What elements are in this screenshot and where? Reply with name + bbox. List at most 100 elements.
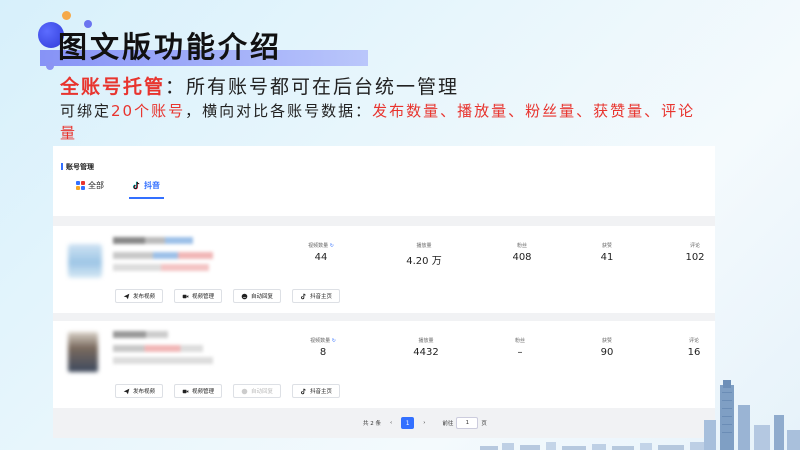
active-tab-indicator bbox=[129, 197, 164, 199]
auto-reply-button[interactable]: 自动回复 bbox=[233, 384, 282, 398]
stat-value-likes: 90 bbox=[600, 347, 614, 358]
account-name-blurred bbox=[113, 331, 168, 338]
account-actions: 发布视频 视频管理 自动回复 抖音主页 bbox=[115, 384, 341, 398]
tab-douyin-label: 抖音 bbox=[144, 181, 160, 190]
panel-title-text: 账号管理 bbox=[66, 163, 94, 171]
next-page-icon[interactable]: › bbox=[423, 420, 425, 426]
desc-count: 20个账号 bbox=[111, 102, 186, 120]
paper-plane-icon bbox=[123, 388, 130, 394]
stat-value-comments: 102 bbox=[685, 252, 705, 263]
auto-reply-label: 自动回复 bbox=[251, 294, 274, 300]
refresh-icon[interactable]: ↻ bbox=[330, 243, 334, 249]
panel-header: 账号管理 全部 抖音 bbox=[53, 146, 715, 216]
paper-plane-icon bbox=[123, 293, 130, 299]
chat-bubble-icon bbox=[241, 388, 248, 394]
prev-page-icon[interactable]: ‹ bbox=[390, 420, 392, 426]
account-actions: 发布视频 视频管理 自动回复 抖音主页 bbox=[115, 289, 341, 303]
douyin-homepage-label: 抖音主页 bbox=[310, 294, 333, 300]
stat-likes: 获赞 41 bbox=[567, 242, 647, 263]
title-accent-bar bbox=[61, 163, 63, 170]
account-card: 视频数量 ↻ 8 播放量 4432 粉丝 – 获赞 90 评论 16 发布视频 bbox=[53, 321, 715, 408]
decor-dot bbox=[46, 62, 54, 70]
tab-douyin[interactable]: 抖音 bbox=[132, 180, 160, 191]
stat-value-videos: 44 bbox=[314, 252, 328, 263]
douyin-homepage-button[interactable]: 抖音主页 bbox=[292, 289, 341, 303]
stat-label-plays: 播放量 bbox=[418, 338, 434, 344]
account-meta-blurred bbox=[113, 264, 209, 271]
publish-video-button[interactable]: 发布视频 bbox=[115, 384, 164, 398]
stat-label-videos: 视频数量 ↻ bbox=[308, 243, 334, 249]
douyin-homepage-button[interactable]: 抖音主页 bbox=[292, 384, 341, 398]
tab-all[interactable]: 全部 bbox=[76, 180, 104, 191]
account-management-panel: 账号管理 全部 抖音 视频数量 ↻ 44 播放量 4.20 万 粉丝 408 获… bbox=[53, 146, 715, 438]
video-management-label: 视频管理 bbox=[192, 389, 215, 395]
account-card: 视频数量 ↻ 44 播放量 4.20 万 粉丝 408 获赞 41 评论 102… bbox=[53, 226, 715, 313]
stat-label-comments: 评论 bbox=[688, 338, 699, 344]
auto-reply-button[interactable]: 自动回复 bbox=[233, 289, 282, 303]
avatar bbox=[68, 332, 98, 372]
tab-all-label: 全部 bbox=[88, 181, 104, 190]
slide-title: 图文版功能介绍 bbox=[58, 30, 283, 64]
stat-fans: 粉丝 408 bbox=[482, 242, 562, 263]
headline: 全账号托管：所有账号都可在后台统一管理 bbox=[60, 72, 459, 99]
headline-rest: 所有账号都可在后台统一管理 bbox=[186, 76, 460, 98]
headline-colon: ： bbox=[165, 76, 187, 98]
publish-video-button[interactable]: 发布视频 bbox=[115, 289, 164, 303]
stat-plays: 播放量 4.20 万 bbox=[384, 242, 464, 267]
douyin-icon bbox=[132, 181, 140, 190]
refresh-icon[interactable]: ↻ bbox=[332, 338, 336, 344]
skyline-decoration bbox=[704, 380, 800, 450]
video-management-label: 视频管理 bbox=[192, 294, 215, 300]
pagination: 共 2 条 ‹ 1 › 前往 1 页 bbox=[363, 417, 487, 429]
publish-video-label: 发布视频 bbox=[133, 294, 156, 300]
auto-reply-label: 自动回复 bbox=[251, 389, 274, 395]
account-meta-blurred bbox=[113, 357, 213, 364]
stat-label-fans: 粉丝 bbox=[516, 243, 527, 249]
avatar bbox=[68, 244, 102, 278]
video-camera-icon bbox=[182, 389, 189, 393]
stat-value-fans: 408 bbox=[512, 252, 532, 263]
panel-title: 账号管理 bbox=[61, 162, 94, 172]
page-button-current[interactable]: 1 bbox=[401, 417, 415, 429]
stat-label-fans: 粉丝 bbox=[514, 338, 525, 344]
decor-dot-orange bbox=[62, 11, 71, 20]
stat-value-comments: 16 bbox=[687, 347, 701, 358]
publish-video-label: 发布视频 bbox=[133, 389, 156, 395]
douyin-icon bbox=[301, 293, 306, 299]
video-camera-icon bbox=[182, 294, 189, 298]
douyin-homepage-label: 抖音主页 bbox=[310, 389, 333, 395]
video-management-button[interactable]: 视频管理 bbox=[174, 289, 223, 303]
description: 可绑定20个账号，横向对比各账号数据：发布数量、播放量、粉丝量、获赞量、评论量 bbox=[60, 100, 700, 144]
stat-likes: 获赞 90 bbox=[567, 337, 647, 358]
stat-label-comments: 评论 bbox=[689, 243, 700, 249]
desc-middle: ，横向对比各账号数据： bbox=[185, 102, 373, 120]
stat-videos: 视频数量 ↻ 44 bbox=[281, 242, 361, 263]
pagination-total: 共 2 条 bbox=[363, 421, 381, 427]
stat-comments: 评论 16 bbox=[654, 337, 734, 358]
stat-value-plays: 4.20 万 bbox=[406, 256, 442, 267]
stat-fans: 粉丝 – bbox=[480, 337, 560, 358]
stat-comments: 评论 102 bbox=[655, 242, 735, 263]
desc-prefix: 可绑定 bbox=[60, 102, 112, 120]
stat-plays: 播放量 4432 bbox=[386, 337, 466, 358]
stat-value-videos: 8 bbox=[319, 347, 327, 358]
account-id-blurred bbox=[113, 252, 213, 259]
goto-page: 前往 1 页 bbox=[442, 417, 487, 429]
grid-icon bbox=[76, 181, 85, 190]
goto-page-input[interactable]: 1 bbox=[456, 417, 479, 429]
stat-label-videos: 视频数量 ↻ bbox=[310, 338, 336, 344]
city-strip-decoration bbox=[480, 442, 704, 450]
stat-value-plays: 4432 bbox=[413, 347, 439, 358]
stat-value-fans: – bbox=[517, 347, 523, 358]
goto-suffix: 页 bbox=[481, 421, 487, 427]
douyin-icon bbox=[301, 388, 306, 394]
stat-videos: 视频数量 ↻ 8 bbox=[283, 337, 363, 358]
stat-value-likes: 41 bbox=[600, 252, 614, 263]
stat-label-likes: 获赞 bbox=[601, 243, 612, 249]
account-id-blurred bbox=[113, 345, 203, 352]
stat-label-plays: 播放量 bbox=[416, 243, 432, 249]
goto-label: 前往 bbox=[442, 421, 454, 427]
video-management-button[interactable]: 视频管理 bbox=[174, 384, 223, 398]
account-name-blurred bbox=[113, 237, 193, 244]
chat-bubble-icon bbox=[241, 293, 248, 299]
